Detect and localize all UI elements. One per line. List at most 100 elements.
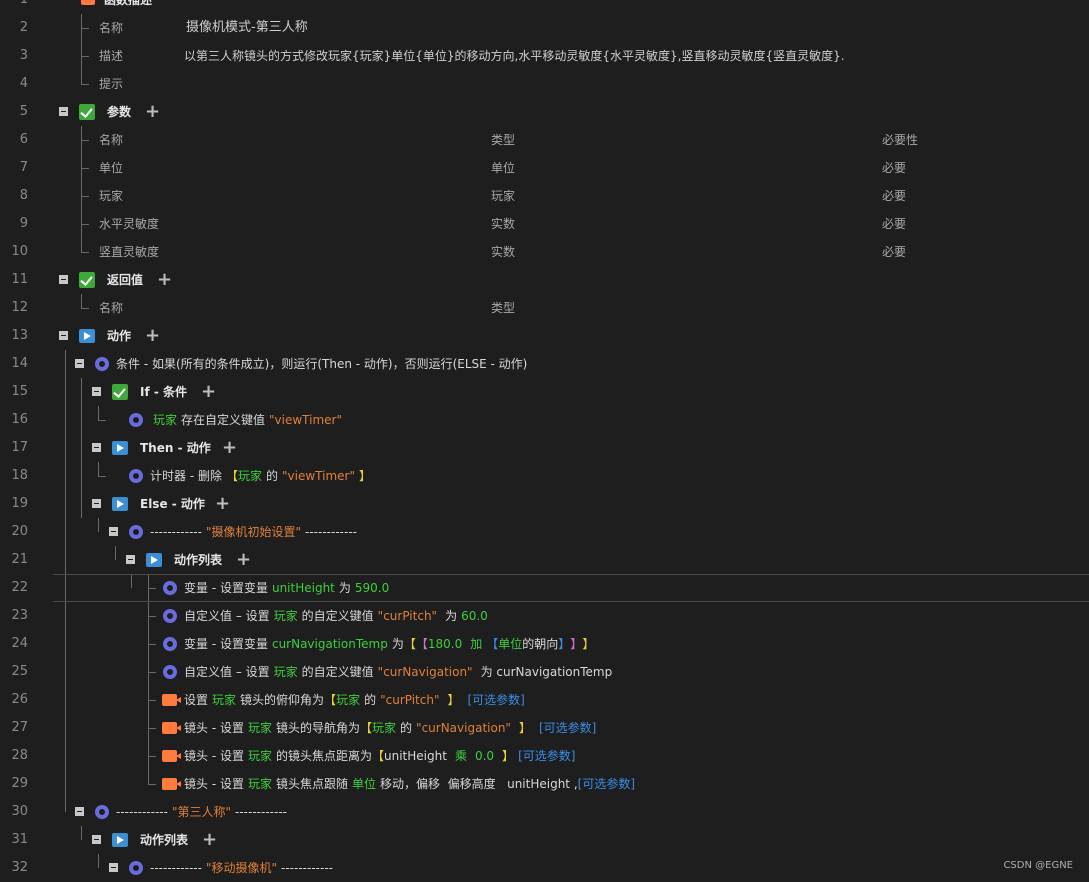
variable-token[interactable]: unitHeight <box>384 742 447 770</box>
row-3[interactable]: 3 描述 以第三人称镜头的方式修改玩家{玩家}单位{单位}的移动方向,水平移动灵… <box>0 42 1089 70</box>
collapse-toggle[interactable] <box>59 107 68 116</box>
param-type[interactable]: 玩家 <box>491 182 515 210</box>
player-token[interactable]: 玩家 <box>238 462 262 490</box>
row-6[interactable]: 6 名称 类型 必要性 <box>0 126 1089 154</box>
row-28[interactable]: 28 镜头 - 设置 玩家 的镜头焦点距离为 【 unitHeight 乘 0.… <box>0 742 1089 770</box>
row-13[interactable]: 13 动作 + <box>0 322 1089 350</box>
param-required[interactable]: 必要 <box>882 182 906 210</box>
param-name[interactable]: 竖直灵敏度 <box>99 238 159 266</box>
row-11[interactable]: 11 返回值 + <box>0 266 1089 294</box>
row-7[interactable]: 7 单位 单位 必要 <box>0 154 1089 182</box>
param-type[interactable]: 单位 <box>491 154 515 182</box>
value-token[interactable]: 0.0 <box>475 742 494 770</box>
collapse-toggle[interactable] <box>126 555 135 564</box>
player-token[interactable]: 玩家 <box>274 658 298 686</box>
if-then-else-action[interactable]: 条件 - 如果(所有的条件成立)，则运行(Then - 动作)，否则运行(ELS… <box>116 350 527 378</box>
comment-text[interactable]: "第三人称" <box>172 798 231 826</box>
row-19[interactable]: 19 Else - 动作 + <box>0 490 1089 518</box>
row-17[interactable]: 17 Then - 动作 + <box>0 434 1089 462</box>
player-token[interactable]: 玩家 <box>248 742 272 770</box>
collapse-toggle[interactable] <box>92 387 101 396</box>
row-9[interactable]: 9 水平灵敏度 实数 必要 <box>0 210 1089 238</box>
player-token[interactable]: 玩家 <box>212 686 236 714</box>
key-string[interactable]: "viewTimer" <box>269 406 342 434</box>
row-21[interactable]: 21 动作列表 + <box>0 546 1089 574</box>
collapse-toggle[interactable] <box>92 443 101 452</box>
row-10[interactable]: 10 竖直灵敏度 实数 必要 <box>0 238 1089 266</box>
action-text[interactable]: 为 curNavigationTemp <box>481 658 613 686</box>
add-parameter-button[interactable]: + <box>145 98 160 126</box>
param-name[interactable]: 水平灵敏度 <box>99 210 159 238</box>
variable-token[interactable]: unitHeight <box>272 574 335 602</box>
add-action-list-button[interactable]: + <box>236 546 251 574</box>
collapse-toggle[interactable] <box>59 331 68 340</box>
row-4[interactable]: 4 提示 <box>0 70 1089 98</box>
function-description-value[interactable]: 以第三人称镜头的方式修改玩家{玩家}单位{单位}的移动方向,水平移动灵敏度{水平… <box>184 42 845 70</box>
row-15[interactable]: 15 If - 条件 + <box>0 378 1089 406</box>
value-token[interactable]: 180.0 <box>428 630 462 658</box>
key-string[interactable]: "viewTimer" <box>282 462 355 490</box>
add-return-value-button[interactable]: + <box>157 266 172 294</box>
optional-params-link[interactable]: [可选参数] <box>518 742 575 770</box>
add-action-list-button[interactable]: + <box>202 826 217 854</box>
comment-text[interactable]: "摄像机初始设置" <box>206 518 301 546</box>
row-25[interactable]: 25 自定义值 – 设置 玩家 的自定义键值 "curNavigation" 为… <box>0 658 1089 686</box>
key-string[interactable]: "curNavigation" <box>378 658 473 686</box>
collapse-toggle[interactable] <box>75 359 84 368</box>
collapse-toggle[interactable] <box>92 499 101 508</box>
row-24[interactable]: 24 变量 - 设置变量 curNavigationTemp 为 【 【 180… <box>0 630 1089 658</box>
unit-token[interactable]: 单位 <box>352 770 376 798</box>
value-token[interactable]: 60.0 <box>461 602 488 630</box>
param-required[interactable]: 必要 <box>882 210 906 238</box>
operator-token[interactable]: 乘 <box>455 742 467 770</box>
row-8[interactable]: 8 玩家 玩家 必要 <box>0 182 1089 210</box>
player-token[interactable]: 玩家 <box>153 406 177 434</box>
param-type[interactable]: 实数 <box>491 238 515 266</box>
add-then-action-button[interactable]: + <box>222 434 237 462</box>
optional-params-link[interactable]: [可选参数] <box>539 714 596 742</box>
row-14[interactable]: 14 条件 - 如果(所有的条件成立)，则运行(Then - 动作)，否则运行(… <box>0 350 1089 378</box>
row-5[interactable]: 5 参数 + <box>0 98 1089 126</box>
row-31[interactable]: 31 动作列表 + <box>0 826 1089 854</box>
collapse-toggle[interactable] <box>109 527 118 536</box>
collapse-toggle[interactable] <box>92 835 101 844</box>
param-required[interactable]: 必要 <box>882 154 906 182</box>
row-1[interactable]: 1 函数描述 <box>0 0 1089 14</box>
row-23[interactable]: 23 自定义值 – 设置 玩家 的自定义键值 "curPitch" 为 60.0 <box>0 602 1089 630</box>
add-condition-button[interactable]: + <box>201 378 216 406</box>
row-18[interactable]: 18 计时器 - 删除 【 玩家 的 "viewTimer" 】 <box>0 462 1089 490</box>
row-22[interactable]: 22 变量 - 设置变量 unitHeight 为 590.0 <box>0 574 1089 602</box>
row-30[interactable]: 30 ------------ "第三人称" ------------ <box>0 798 1089 826</box>
row-27[interactable]: 27 镜头 - 设置 玩家 镜头的导航角为 【 玩家 的 "curNavigat… <box>0 714 1089 742</box>
add-action-button[interactable]: + <box>145 322 160 350</box>
player-token[interactable]: 玩家 <box>248 714 272 742</box>
row-2[interactable]: 2 名称 摄像机模式-第三人称 <box>0 14 1089 42</box>
player-token[interactable]: 玩家 <box>372 714 396 742</box>
param-type[interactable]: 实数 <box>491 210 515 238</box>
param-name[interactable]: 玩家 <box>99 182 123 210</box>
comment-text[interactable]: "移动摄像机" <box>206 854 277 882</box>
collapse-toggle[interactable] <box>75 807 84 816</box>
player-token[interactable]: 玩家 <box>274 602 298 630</box>
function-name-value[interactable]: 摄像机模式-第三人称 <box>186 14 308 42</box>
variable-token[interactable]: curNavigationTemp <box>272 630 388 658</box>
collapse-toggle[interactable] <box>59 275 68 284</box>
row-20[interactable]: 20 ------------ "摄像机初始设置" ------------ <box>0 518 1089 546</box>
row-12[interactable]: 12 名称 类型 <box>0 294 1089 322</box>
param-required[interactable]: 必要 <box>882 238 906 266</box>
key-string[interactable]: "curPitch" <box>378 602 437 630</box>
collapse-toggle[interactable] <box>109 863 118 872</box>
optional-params-link[interactable]: [可选参数] <box>578 770 635 798</box>
add-else-action-button[interactable]: + <box>215 490 230 518</box>
row-32[interactable]: 32 ------------ "移动摄像机" ------------ <box>0 854 1089 882</box>
optional-params-link[interactable]: [可选参数] <box>468 686 525 714</box>
player-token[interactable]: 玩家 <box>248 770 272 798</box>
row-26[interactable]: 26 设置 玩家 镜头的俯仰角为 【 玩家 的 "curPitch" 】 [可选… <box>0 686 1089 714</box>
row-29[interactable]: 29 镜头 - 设置 玩家 镜头焦点跟随 单位 移动，偏移 偏移高度 unitH… <box>0 770 1089 798</box>
row-16[interactable]: 16 玩家 存在自定义键值 "viewTimer" <box>0 406 1089 434</box>
param-name[interactable]: 单位 <box>99 154 123 182</box>
unit-token[interactable]: 单位 <box>498 630 522 658</box>
key-string[interactable]: "curNavigation" <box>416 714 511 742</box>
player-token[interactable]: 玩家 <box>336 686 360 714</box>
key-string[interactable]: "curPitch" <box>380 686 439 714</box>
